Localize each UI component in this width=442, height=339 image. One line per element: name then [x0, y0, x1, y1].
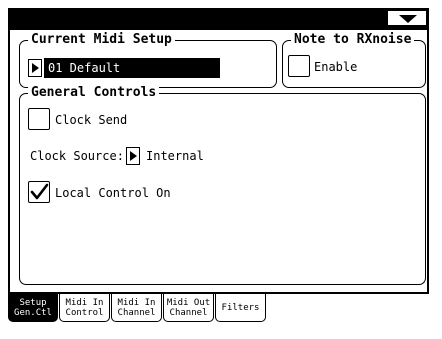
general-controls-title: General Controls [28, 85, 160, 101]
current-midi-setup-title: Current Midi Setup [28, 32, 175, 48]
midi-setup-selector[interactable]: 01 Default [28, 58, 220, 78]
tab-label-line2: Channel [169, 307, 208, 318]
clock-send-label: Clock Send [55, 113, 128, 127]
tab-label-line1: Midi In [65, 297, 104, 308]
tab-label-line1: Filters [221, 302, 260, 313]
page-header-bar [8, 8, 429, 30]
note-to-rxnoise-title: Note to RXnoise [291, 32, 415, 48]
page-tabs: Setup Gen.Ctl Midi In Control Midi In Ch… [8, 294, 429, 324]
rxnoise-enable-label: Enable [314, 60, 358, 74]
checkmark-icon [30, 183, 49, 200]
clock-source-selector[interactable]: Internal [126, 146, 204, 166]
tab-setup-gen-ctl[interactable]: Setup Gen.Ctl [8, 294, 58, 322]
current-midi-setup-group: Current Midi Setup 01 Default [19, 32, 277, 88]
local-control-checkbox[interactable] [28, 181, 50, 203]
triangle-down-icon [399, 15, 417, 23]
tab-label-line2: Control [65, 307, 104, 318]
local-control-label: Local Control On [55, 186, 171, 200]
clock-send-checkbox[interactable] [28, 108, 50, 130]
tab-label-line1: Midi In [117, 297, 156, 308]
clock-source-label: Clock Source: [30, 149, 124, 163]
tab-label-line2: Gen.Ctl [14, 307, 52, 318]
rxnoise-enable-checkbox[interactable] [288, 55, 310, 77]
midi-setup-arrow-button[interactable] [28, 59, 42, 77]
tab-midi-in-channel[interactable]: Midi In Channel [111, 294, 162, 322]
midi-setup-value[interactable]: 01 Default [44, 58, 220, 78]
main-panel: Current Midi Setup 01 Default Note to RX… [8, 30, 429, 294]
general-controls-group: General Controls Clock Send Clock Source… [19, 85, 426, 285]
tab-midi-in-control[interactable]: Midi In Control [59, 294, 110, 322]
page-menu-button[interactable] [387, 10, 427, 26]
note-to-rxnoise-group: Note to RXnoise Enable [282, 32, 426, 88]
tab-label-line1: Setup [19, 297, 47, 308]
clock-source-arrow-button[interactable] [126, 147, 140, 165]
midi-setup-screen: Current Midi Setup 01 Default Note to RX… [0, 0, 442, 339]
tab-midi-out-channel[interactable]: Midi Out Channel [163, 294, 214, 322]
tab-filters[interactable]: Filters [215, 294, 266, 322]
tab-label-line2: Channel [117, 307, 156, 318]
tab-label-line1: Midi Out [166, 297, 211, 308]
clock-source-value[interactable]: Internal [146, 149, 204, 163]
triangle-right-icon [130, 151, 137, 161]
triangle-right-icon [32, 63, 39, 73]
